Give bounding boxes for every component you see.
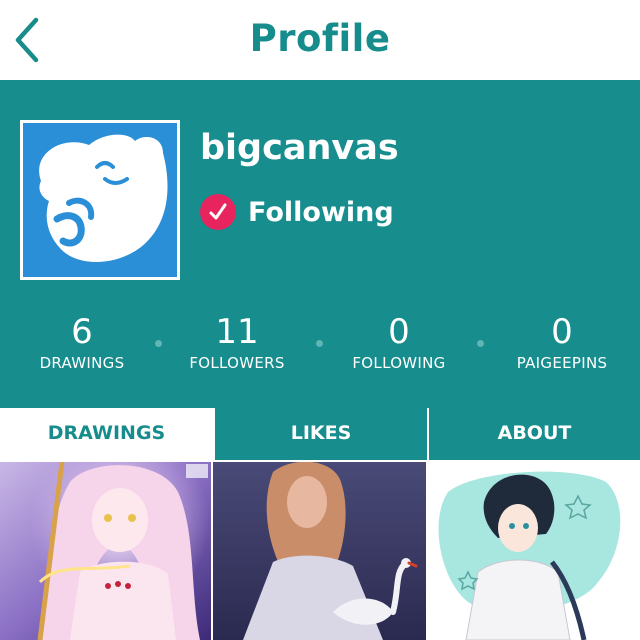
profile-tabs: DRAWINGS LIKES ABOUT — [0, 408, 640, 460]
nav-bar: Profile — [0, 0, 640, 80]
bigcanvas-logo-icon — [23, 123, 177, 277]
username: bigcanvas — [200, 128, 399, 168]
drawing-dark-haired-boy-image — [428, 462, 640, 640]
gallery-item[interactable] — [0, 462, 211, 640]
stat-label: PAIGEEPINS — [516, 354, 608, 372]
tab-about[interactable]: ABOUT — [427, 408, 640, 460]
avatar[interactable] — [20, 120, 180, 280]
follow-status-label: Following — [248, 196, 394, 228]
drawing-swan-girl-image — [213, 462, 426, 640]
gallery-item[interactable] — [213, 462, 426, 640]
stat-label: DRAWINGS — [39, 354, 125, 372]
stat-value: 6 — [71, 312, 93, 352]
follow-toggle[interactable]: Following — [200, 190, 394, 234]
stat-separator-dot — [316, 340, 323, 347]
drawing-angel-girl-image — [0, 462, 211, 640]
stats-bar: 6 DRAWINGS 11 FOLLOWERS 0 FOLLOWING 0 PA… — [0, 312, 640, 382]
page-title: Profile — [249, 17, 391, 60]
stat-value: 0 — [388, 312, 410, 352]
stat-following[interactable]: 0 FOLLOWING — [319, 312, 479, 374]
stat-value: 11 — [215, 312, 259, 352]
stat-label: FOLLOWERS — [189, 354, 285, 372]
checkmark-icon — [200, 194, 236, 230]
tab-likes[interactable]: LIKES — [213, 408, 427, 460]
stat-followers[interactable]: 11 FOLLOWERS — [157, 312, 317, 374]
stat-separator-dot — [155, 340, 162, 347]
stat-paigeepins[interactable]: 0 PAIGEEPINS — [482, 312, 640, 374]
tab-drawings[interactable]: DRAWINGS — [0, 408, 213, 460]
gallery-item[interactable] — [428, 462, 640, 640]
profile-header: bigcanvas Following 6 DRAWINGS 11 FOLLOW… — [0, 80, 640, 408]
drawings-gallery — [0, 462, 640, 640]
stat-separator-dot — [477, 340, 484, 347]
stat-value: 0 — [551, 312, 573, 352]
stat-label: FOLLOWING — [352, 354, 446, 372]
stat-drawings[interactable]: 6 DRAWINGS — [2, 312, 162, 374]
